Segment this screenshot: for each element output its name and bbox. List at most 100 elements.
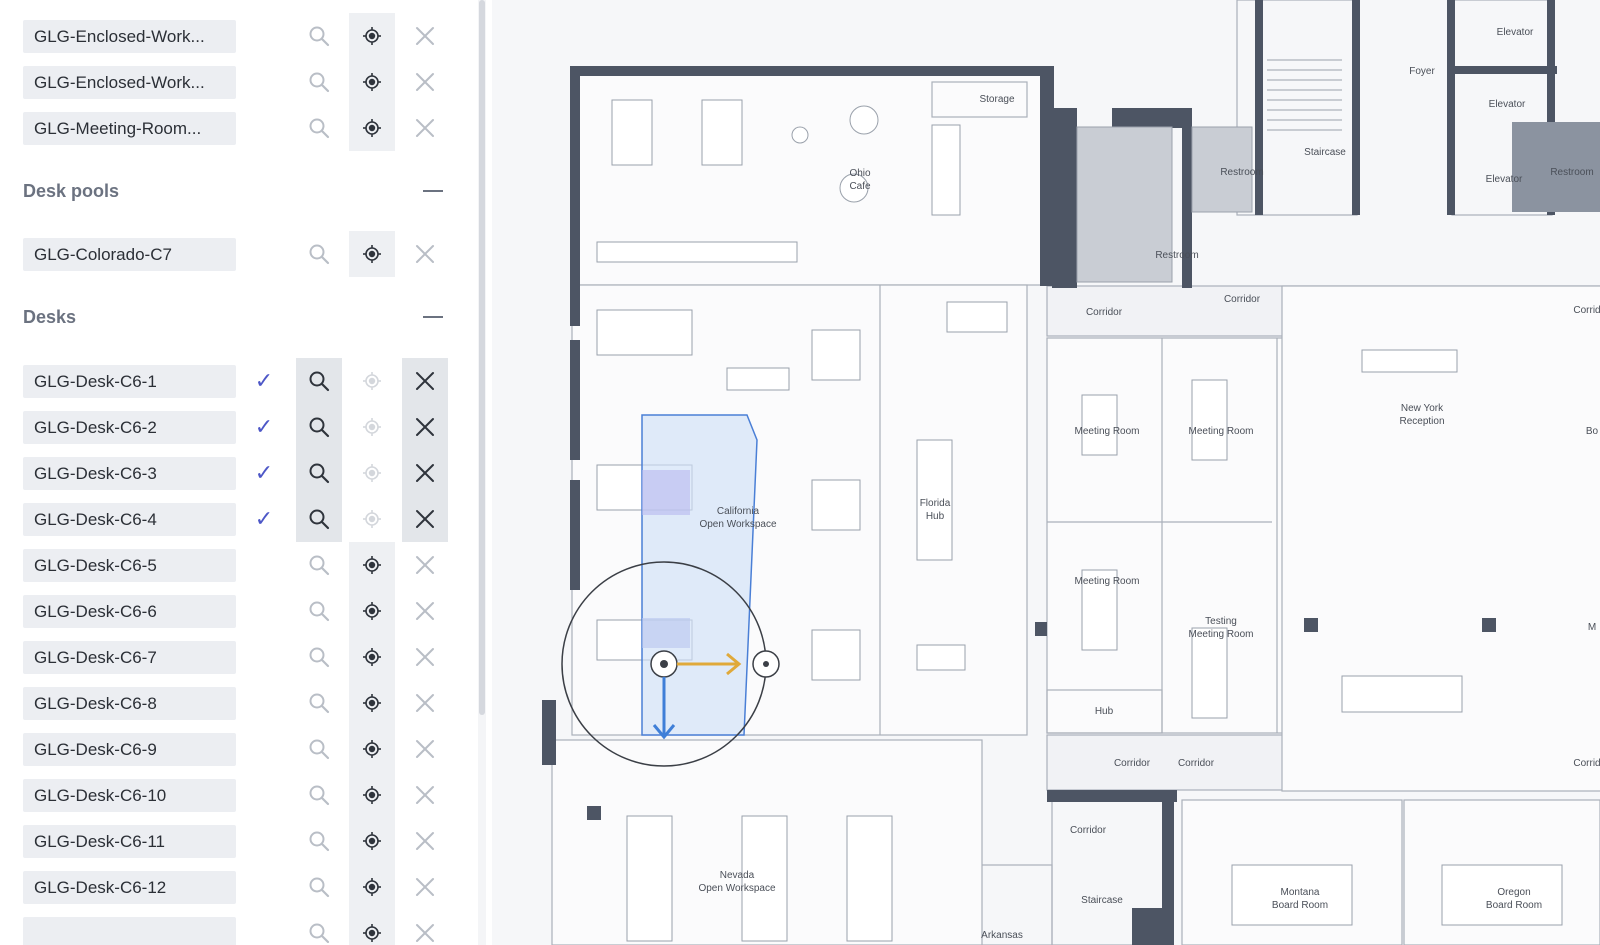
object-chip[interactable]: GLG-Desk-C6-11 — [23, 825, 236, 858]
locate-button[interactable] — [349, 680, 395, 726]
list-item[interactable]: GLG-Desk-C6-11 — [0, 818, 460, 864]
zoom-button[interactable] — [296, 542, 342, 588]
locate-button[interactable] — [349, 404, 395, 450]
search-icon — [308, 922, 330, 944]
object-chip[interactable]: GLG-Enclosed-Work... — [23, 20, 236, 53]
locate-button[interactable] — [349, 231, 395, 277]
desks-section-header[interactable]: Desks — [23, 302, 443, 332]
desk-pools-section-header[interactable]: Desk pools — [23, 176, 443, 206]
object-chip[interactable]: GLG-Desk-C6-1 — [23, 365, 236, 398]
list-item[interactable]: GLG-Desk-C6-9 — [0, 726, 460, 772]
remove-button[interactable] — [402, 680, 448, 726]
object-chip[interactable]: GLG-Enclosed-Work... — [23, 66, 236, 99]
remove-button[interactable] — [402, 542, 448, 588]
locate-button[interactable] — [349, 358, 395, 404]
object-chip[interactable]: GLG-Desk-C6-8 — [23, 687, 236, 720]
remove-button[interactable] — [402, 450, 448, 496]
object-chip[interactable]: GLG-Desk-C6-10 — [23, 779, 236, 812]
object-chip[interactable]: GLG-Meeting-Room... — [23, 112, 236, 145]
zoom-button[interactable] — [296, 358, 342, 404]
locate-button[interactable] — [349, 726, 395, 772]
list-item[interactable]: GLG-Desk-C6-4 ✓ — [0, 496, 460, 542]
remove-button[interactable] — [402, 634, 448, 680]
remove-button[interactable] — [402, 588, 448, 634]
zoom-button[interactable] — [296, 910, 342, 945]
locate-button[interactable] — [349, 634, 395, 680]
collapse-icon[interactable] — [423, 190, 443, 192]
remove-button[interactable] — [402, 772, 448, 818]
zoom-button[interactable] — [296, 105, 342, 151]
object-chip[interactable]: GLG-Desk-C6-2 — [23, 411, 236, 444]
remove-button[interactable] — [402, 231, 448, 277]
zoom-button[interactable] — [296, 588, 342, 634]
room-label: Corridor — [1178, 758, 1215, 769]
list-item[interactable]: GLG-Desk-C6-1 ✓ — [0, 358, 460, 404]
list-item[interactable]: GLG-Desk-C6-5 — [0, 542, 460, 588]
room-label: Corrid — [1573, 758, 1600, 769]
object-chip[interactable]: GLG-Desk-C6-3 — [23, 457, 236, 490]
locate-button[interactable] — [349, 105, 395, 151]
locate-button[interactable] — [349, 588, 395, 634]
zoom-button[interactable] — [296, 726, 342, 772]
list-item[interactable]: GLG-Desk-C6-6 — [0, 588, 460, 634]
object-chip[interactable]: GLG-Desk-C6-5 — [23, 549, 236, 582]
list-item[interactable]: GLG-Desk-C6-2 ✓ — [0, 404, 460, 450]
zoom-button[interactable] — [296, 13, 342, 59]
list-item[interactable]: GLG-Meeting-Room... — [0, 105, 460, 151]
list-item[interactable]: GLG-Colorado-C7 — [0, 231, 460, 277]
object-chip[interactable]: GLG-Desk-C6-4 — [23, 503, 236, 536]
list-item[interactable]: GLG-Desk-C6-8 — [0, 680, 460, 726]
locate-button[interactable] — [349, 59, 395, 105]
locate-icon — [361, 416, 383, 438]
zoom-button[interactable] — [296, 864, 342, 910]
object-chip[interactable]: GLG-Colorado-C7 — [23, 238, 236, 271]
room-label: New York — [1401, 403, 1444, 414]
zoom-button[interactable] — [296, 496, 342, 542]
zoom-button[interactable] — [296, 634, 342, 680]
object-chip[interactable] — [23, 917, 236, 945]
list-item[interactable]: GLG-Desk-C6-12 — [0, 864, 460, 910]
list-item[interactable]: GLG-Desk-C6-10 — [0, 772, 460, 818]
zoom-button[interactable] — [296, 231, 342, 277]
panel-scrollbar[interactable] — [478, 0, 486, 945]
room-label: Corridor — [1086, 307, 1123, 318]
remove-button[interactable] — [402, 818, 448, 864]
list-item[interactable]: GLG-Enclosed-Work... — [0, 13, 460, 59]
remove-button[interactable] — [402, 864, 448, 910]
locate-button[interactable] — [349, 13, 395, 59]
floor-plan: Elevator Elevator Elevator Foyer Storage… — [542, 0, 1600, 945]
list-item[interactable]: GLG-Desk-C6-3 ✓ — [0, 450, 460, 496]
remove-button[interactable] — [402, 13, 448, 59]
room-label: Corridor — [1070, 825, 1107, 836]
collapse-icon[interactable] — [423, 316, 443, 318]
locate-button[interactable] — [349, 772, 395, 818]
remove-button[interactable] — [402, 105, 448, 151]
remove-button[interactable] — [402, 358, 448, 404]
remove-button[interactable] — [402, 910, 448, 945]
zoom-button[interactable] — [296, 818, 342, 864]
object-chip[interactable]: GLG-Desk-C6-9 — [23, 733, 236, 766]
list-item[interactable]: GLG-Enclosed-Work... — [0, 59, 460, 105]
list-item[interactable]: GLG-Desk-C6-7 — [0, 634, 460, 680]
floor-plan-canvas[interactable]: Elevator Elevator Elevator Foyer Storage… — [492, 0, 1600, 945]
locate-button[interactable] — [349, 818, 395, 864]
locate-button[interactable] — [349, 450, 395, 496]
locate-button[interactable] — [349, 864, 395, 910]
zoom-button[interactable] — [296, 450, 342, 496]
object-chip[interactable]: GLG-Desk-C6-6 — [23, 595, 236, 628]
remove-button[interactable] — [402, 726, 448, 772]
remove-button[interactable] — [402, 496, 448, 542]
scrollbar-thumb[interactable] — [479, 0, 485, 715]
zoom-button[interactable] — [296, 680, 342, 726]
zoom-button[interactable] — [296, 404, 342, 450]
zoom-button[interactable] — [296, 59, 342, 105]
remove-button[interactable] — [402, 404, 448, 450]
zoom-button[interactable] — [296, 772, 342, 818]
remove-button[interactable] — [402, 59, 448, 105]
object-chip[interactable]: GLG-Desk-C6-12 — [23, 871, 236, 904]
list-item[interactable] — [0, 910, 460, 945]
object-chip[interactable]: GLG-Desk-C6-7 — [23, 641, 236, 674]
locate-button[interactable] — [349, 542, 395, 588]
locate-button[interactable] — [349, 496, 395, 542]
locate-button[interactable] — [349, 910, 395, 945]
